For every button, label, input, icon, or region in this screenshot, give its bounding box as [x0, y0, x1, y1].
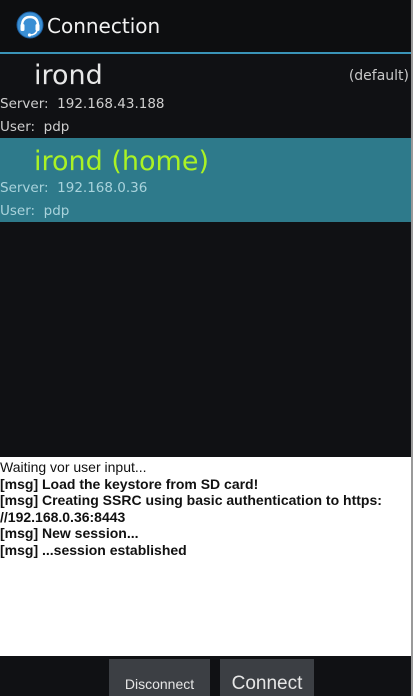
user-name: User: pdp: [0, 119, 70, 135]
disconnect-button[interactable]: Disconnect: [109, 659, 210, 696]
app-window: Connection irond (default) Server: 192.1…: [0, 0, 411, 696]
connection-item[interactable]: irond (default) Server: 192.168.43.188 U…: [0, 54, 411, 138]
log-line: [msg] Load the keystore from SD card!: [0, 475, 259, 492]
server-address: Server: 192.168.0.36: [0, 180, 148, 196]
log-line: [msg] ...session established: [0, 541, 187, 558]
headset-app-icon[interactable]: [16, 11, 44, 39]
log-line: [msg] Creating SSRC using basic authenti…: [0, 492, 382, 508]
connection-name: irond (home): [34, 146, 209, 177]
connect-button[interactable]: Connect: [220, 659, 314, 696]
server-address: Server: 192.168.43.188: [0, 96, 165, 112]
connection-item-selected[interactable]: irond (home) Server: 192.168.0.36 User: …: [0, 138, 411, 222]
screen-title: Connection: [47, 14, 161, 38]
log-line: Waiting vor user input...: [0, 459, 147, 475]
connection-list: irond (default) Server: 192.168.43.188 U…: [0, 54, 411, 222]
default-tag: (default): [348, 68, 409, 84]
user-name: User: pdp: [0, 203, 70, 219]
log-output[interactable]: Waiting vor user input... [msg] Load the…: [0, 457, 411, 656]
button-bar: Disconnect Connect: [0, 656, 411, 696]
action-bar: Connection: [0, 0, 411, 54]
log-line: //192.168.0.36:8443: [0, 508, 126, 525]
log-line: [msg] New session...: [0, 525, 139, 541]
connection-name: irond: [34, 60, 103, 91]
